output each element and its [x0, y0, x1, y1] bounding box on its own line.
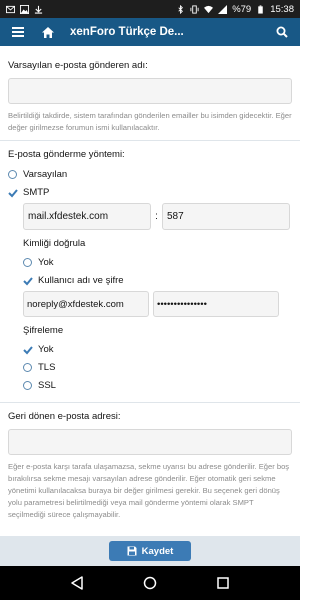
save-button-label: Kaydet	[141, 545, 174, 557]
auth-option-none[interactable]: Yok	[23, 255, 292, 270]
encryption-option-none[interactable]: Yok	[23, 342, 292, 357]
sender-name-input[interactable]	[8, 78, 292, 104]
method-option-smtp[interactable]: SMTP	[8, 185, 292, 200]
encryption-option-none-label: Yok	[38, 344, 54, 355]
auth-option-none-label: Yok	[38, 257, 54, 268]
search-button[interactable]	[272, 22, 292, 42]
radio-unchecked-icon	[23, 381, 32, 390]
smtp-host-input[interactable]	[23, 203, 151, 230]
encryption-option-tls[interactable]: TLS	[23, 360, 292, 375]
status-system: %79 15:38	[176, 4, 294, 15]
bounce-email-section: Geri dönen e-posta adresi: Eğer e-posta …	[0, 403, 300, 527]
status-notifications	[6, 4, 176, 14]
vibrate-icon	[190, 4, 199, 14]
radio-unchecked-icon	[8, 170, 17, 179]
method-option-default[interactable]: Varsayılan	[8, 167, 292, 182]
bounce-email-explain: Eğer e-posta karşı tarafa ulaşamazsa, se…	[8, 462, 290, 519]
method-option-default-label: Varsayılan	[23, 169, 68, 180]
download-icon	[34, 5, 43, 14]
back-icon[interactable]	[70, 576, 84, 590]
email-icon	[6, 5, 15, 13]
radio-unchecked-icon	[23, 258, 32, 267]
home-circle-icon[interactable]	[143, 576, 157, 590]
signal-icon	[218, 4, 228, 14]
encryption-option-ssl-label: SSL	[38, 380, 56, 391]
auth-option-login[interactable]: Kullanıcı adı ve şifre	[23, 273, 292, 288]
auth-label: Kimliği doğrula	[23, 238, 86, 249]
hamburger-icon	[12, 27, 24, 37]
app-header: xenForo Türkçe De...	[0, 18, 300, 46]
smtp-username-input[interactable]	[23, 291, 149, 317]
home-button[interactable]	[38, 22, 58, 42]
encryption-settings: Şifreleme Yok TLS SSL	[8, 325, 292, 393]
smtp-host-row: :	[23, 203, 292, 230]
smtp-port-input[interactable]	[162, 203, 290, 230]
battery-icon	[258, 4, 263, 14]
auth-option-login-label: Kullanıcı adı ve şifre	[38, 275, 124, 286]
battery-percent: %79	[232, 3, 252, 15]
page-title: xenForo Türkçe De...	[70, 26, 184, 38]
sender-name-label: Varsayılan e-posta gönderen adı:	[8, 60, 148, 71]
encryption-option-tls-label: TLS	[38, 362, 56, 373]
check-icon	[23, 276, 33, 285]
sender-name-section: Varsayılan e-posta gönderen adı: Belirti…	[0, 46, 300, 141]
auth-options: Yok Kullanıcı adı ve şifre	[23, 255, 292, 288]
system-nav-bar	[0, 566, 300, 600]
menu-button[interactable]	[8, 22, 28, 42]
options-form: Varsayılan e-posta gönderen adı: Belirti…	[0, 46, 300, 536]
save-button[interactable]: Kaydet	[109, 541, 191, 561]
wifi-icon	[204, 5, 214, 13]
save-icon	[127, 546, 137, 556]
transport-method-section: E-posta gönderme yöntemi: Varsayılan SMT…	[0, 141, 300, 403]
radio-unchecked-icon	[23, 363, 32, 372]
search-icon	[276, 26, 288, 38]
image-icon	[20, 4, 29, 14]
sender-name-explain: Belirtildiği takdirde, sistem tarafından…	[8, 111, 292, 132]
clock: 15:38	[270, 3, 294, 15]
bounce-email-input[interactable]	[8, 429, 292, 455]
smtp-password-input[interactable]	[153, 291, 279, 317]
encryption-label: Şifreleme	[23, 325, 64, 336]
method-option-smtp-label: SMTP	[23, 187, 50, 198]
smtp-credentials-row	[8, 291, 292, 317]
check-icon	[23, 345, 33, 354]
host-port-separator: :	[155, 211, 158, 222]
bounce-email-label: Geri dönen e-posta adresi:	[8, 411, 121, 422]
form-submit-bar: Kaydet	[0, 536, 300, 566]
home-icon	[42, 26, 54, 38]
status-bar: %79 15:38	[0, 0, 300, 18]
transport-method-label: E-posta gönderme yöntemi:	[8, 149, 125, 160]
bluetooth-icon	[178, 4, 184, 14]
check-icon	[8, 188, 18, 197]
encryption-option-ssl[interactable]: SSL	[23, 378, 292, 393]
smtp-settings: : Kimliği doğrula Yok Kullanıcı adı ve ş…	[8, 203, 292, 288]
recents-icon[interactable]	[216, 576, 230, 590]
